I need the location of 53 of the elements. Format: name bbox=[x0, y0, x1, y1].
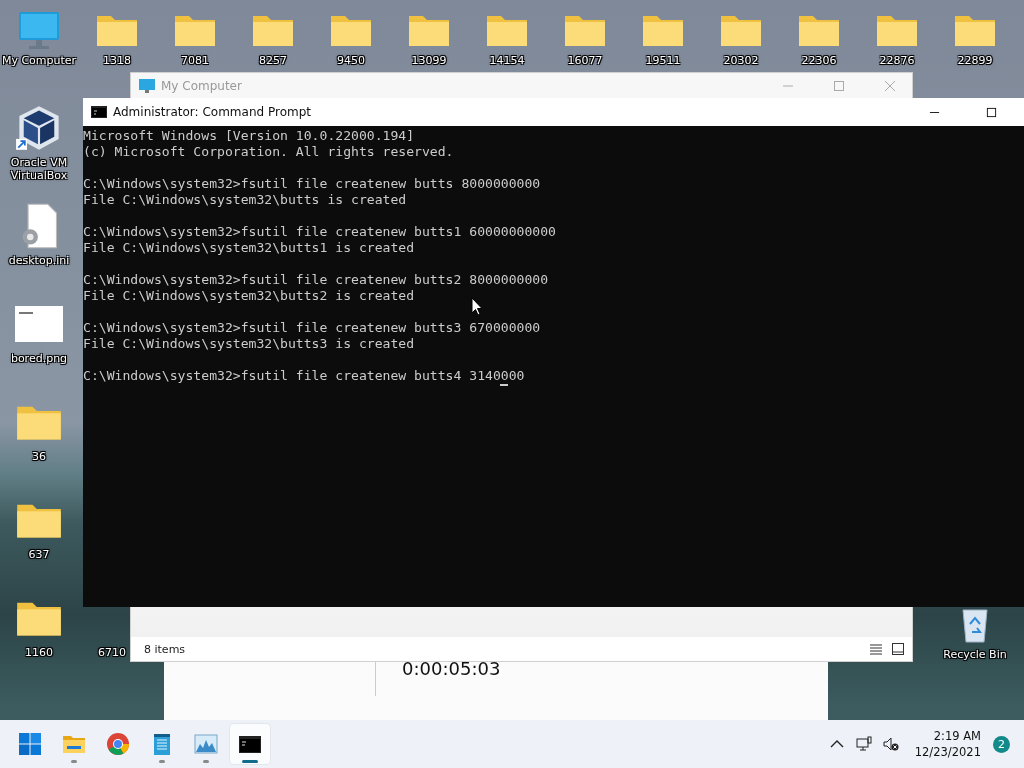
icon-label[interactable]: 1318 bbox=[103, 54, 131, 67]
clock-time[interactable]: 2:19 AM bbox=[933, 728, 981, 744]
icon-label[interactable]: 9450 bbox=[337, 54, 365, 67]
console-line: (c) Microsoft Corporation. All rights reserved. bbox=[83, 144, 454, 160]
text-cursor bbox=[500, 384, 508, 386]
window-title: My Computer bbox=[161, 79, 242, 93]
icon-label[interactable]: desktop.ini bbox=[8, 254, 70, 267]
browser-icon bbox=[106, 732, 130, 756]
window-title: Administrator: Command Prompt bbox=[113, 105, 311, 119]
elapsed-time: 0:00:05:03 bbox=[402, 658, 501, 679]
console-command: C:\Windows\system32>fsutil file createnew butts4 3140000 bbox=[83, 368, 525, 384]
icon-label[interactable]: Oracle VM VirtualBox bbox=[0, 156, 78, 182]
muted-speaker-icon[interactable] bbox=[882, 736, 899, 752]
console-output: File C:\Windows\system32\butts3 is created bbox=[83, 336, 415, 352]
icon-label[interactable]: 6710 bbox=[98, 646, 126, 659]
icon-label[interactable]: 22899 bbox=[957, 54, 993, 67]
icon-label[interactable]: My Computer bbox=[1, 54, 77, 67]
icon-label[interactable]: 22876 bbox=[879, 54, 915, 67]
terminal-icon bbox=[91, 106, 107, 118]
console-command: C:\Windows\system32>fsutil file createnew butts 8000000000 bbox=[83, 176, 541, 192]
icon-label[interactable]: 16077 bbox=[567, 54, 603, 67]
icon-label[interactable]: Recycle Bin bbox=[943, 648, 1007, 661]
icon-label[interactable]: 19511 bbox=[645, 54, 681, 67]
console-line: Microsoft Windows [Version 10.0.22000.194] bbox=[83, 128, 415, 144]
icon-label[interactable]: 1160 bbox=[25, 646, 53, 659]
taskbar-button[interactable] bbox=[230, 724, 270, 764]
details-view-icon[interactable] bbox=[870, 643, 882, 655]
console-output: File C:\Windows\system32\butts2 is created bbox=[83, 288, 415, 304]
console-output: File C:\Windows\system32\butts is created bbox=[83, 192, 407, 208]
icon-label[interactable]: 13099 bbox=[411, 54, 447, 67]
icon-label[interactable]: 637 bbox=[28, 548, 50, 561]
status-text: 8 items bbox=[144, 642, 186, 656]
console-command: C:\Windows\system32>fsutil file createnew butts1 60000000000 bbox=[83, 224, 556, 240]
icon-label[interactable]: 7081 bbox=[181, 54, 209, 67]
notification-badge[interactable]: 2 bbox=[993, 735, 1010, 753]
large-icons-view-icon[interactable] bbox=[892, 643, 904, 655]
icon-label[interactable]: 20302 bbox=[723, 54, 759, 67]
console-command: C:\Windows\system32>fsutil file createnew butts2 8000000000 bbox=[83, 272, 549, 288]
icon-label[interactable]: 14154 bbox=[489, 54, 525, 67]
mouse-pointer-icon bbox=[471, 297, 483, 317]
console-command: C:\Windows\system32>fsutil file createnew butts3 670000000 bbox=[83, 320, 541, 336]
clock-date[interactable]: 12/23/2021 bbox=[914, 744, 981, 760]
monitor-icon[interactable] bbox=[17, 10, 61, 50]
icon-label[interactable]: 8257 bbox=[259, 54, 287, 67]
network-icon[interactable] bbox=[855, 736, 872, 752]
close-icon[interactable] bbox=[884, 80, 896, 92]
maximize-icon[interactable] bbox=[986, 106, 997, 118]
icon-label[interactable]: 36 bbox=[32, 450, 46, 463]
monitor-icon bbox=[139, 79, 155, 93]
console-output: File C:\Windows\system32\butts1 is created bbox=[83, 240, 415, 256]
icon-label[interactable]: bored.png bbox=[10, 352, 68, 365]
icon-label[interactable]: 22306 bbox=[801, 54, 837, 67]
windows-logo-icon bbox=[18, 732, 42, 756]
